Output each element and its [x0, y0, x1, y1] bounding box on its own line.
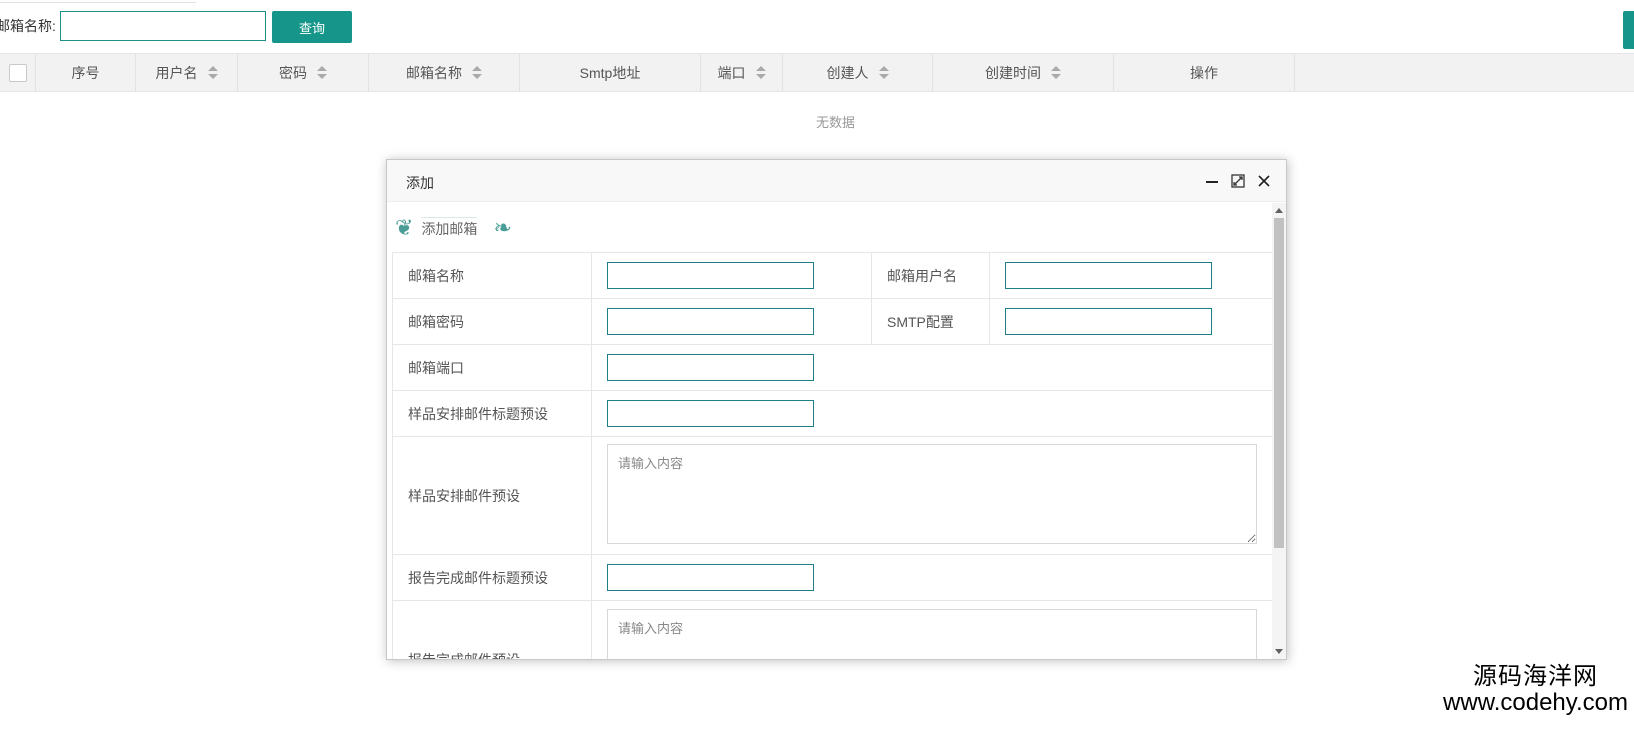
right-edge-button[interactable] [1623, 11, 1634, 49]
column-header-label: 端口 [717, 64, 746, 81]
field-cell [591, 344, 1273, 391]
report-subject-input[interactable] [607, 564, 814, 591]
column-header-creator[interactable]: 创建人 [783, 54, 933, 91]
sort-icon[interactable] [878, 65, 889, 80]
sample-subject-input[interactable] [607, 400, 814, 427]
select-all-cell [0, 54, 36, 91]
sample-body-textarea[interactable] [607, 444, 1257, 544]
empty-table-message: 无数据 [816, 115, 856, 130]
field-cell [989, 252, 1273, 299]
mail-port-input[interactable] [607, 354, 814, 381]
form-row: 邮箱名称 邮箱用户名 [392, 252, 1273, 299]
column-header-port[interactable]: 端口 [701, 54, 783, 91]
field-label-report-subject: 报告完成邮件标题预设 [392, 554, 592, 601]
sort-icon[interactable] [317, 65, 327, 80]
sort-icon[interactable] [1051, 65, 1061, 80]
column-header-mail-name[interactable]: 邮箱名称 [369, 54, 520, 91]
mailbox-form: 邮箱名称 邮箱用户名 邮箱密码 SMTP配置 邮箱端口 样品安排邮件标题预设 样… [392, 252, 1273, 659]
column-header-actions: 操作 [1114, 54, 1295, 91]
section-title-label: 添加邮箱 [421, 217, 478, 239]
field-label-report-body: 报告完成邮件预设 [392, 600, 592, 659]
field-label-sample-body: 样品安排邮件预设 [392, 436, 592, 555]
column-header-label: 邮箱名称 [406, 64, 462, 81]
sort-icon[interactable] [472, 65, 482, 80]
column-header-smtp[interactable]: Smtp地址 [520, 54, 701, 91]
select-all-checkbox[interactable] [8, 63, 27, 82]
ornament-right-icon: ❧ [493, 215, 512, 240]
report-body-textarea[interactable]: 请输入内容 [607, 609, 1257, 659]
sort-icon[interactable] [207, 65, 218, 80]
column-header-label: 密码 [279, 64, 307, 81]
field-label-mail-user: 邮箱用户名 [871, 252, 990, 299]
column-header-index[interactable]: 序号 [36, 54, 136, 91]
site-watermark: 源码海洋网 www.codehy.com [1443, 662, 1628, 716]
field-label-smtp-config: SMTP配置 [871, 298, 990, 345]
field-cell [591, 390, 1273, 437]
field-cell [591, 554, 1273, 601]
column-header-username[interactable]: 用户名 [136, 54, 238, 91]
minimize-icon[interactable] [1204, 173, 1220, 189]
field-label-mail-name: 邮箱名称 [392, 252, 592, 299]
column-header-label: 操作 [1190, 64, 1218, 81]
form-row: 邮箱端口 [392, 344, 1273, 391]
form-row: 邮箱密码 SMTP配置 [392, 298, 1273, 345]
field-label-mail-password: 邮箱密码 [392, 298, 592, 345]
field-label-sample-subject: 样品安排邮件标题预设 [392, 390, 592, 437]
query-button[interactable]: 查询 [272, 11, 352, 43]
scroll-up-icon[interactable] [1275, 208, 1283, 213]
column-header-created-time[interactable]: 创建时间 [933, 54, 1114, 91]
sort-icon[interactable] [755, 65, 766, 80]
maximize-icon[interactable] [1230, 173, 1246, 189]
field-cell [591, 436, 1273, 555]
scroll-thumb[interactable] [1274, 218, 1284, 548]
top-divider [0, 0, 196, 3]
watermark-line-1: 源码海洋网 [1473, 662, 1599, 690]
dialog-body: ❦ 添加邮箱 ❧ 邮箱名称 邮箱用户名 邮箱密码 SMTP配置 邮箱端口 样品安… [387, 203, 1273, 659]
dialog-header: 添加 [387, 160, 1286, 202]
search-bar: 邮箱名称: [0, 11, 266, 41]
mail-name-input[interactable] [607, 262, 814, 289]
field-cell [989, 298, 1273, 345]
smtp-config-input[interactable] [1005, 308, 1212, 335]
column-header-password[interactable]: 密码 [238, 54, 369, 91]
form-row: 报告完成邮件预设 请输入内容 [392, 600, 1273, 659]
form-row: 报告完成邮件标题预设 [392, 554, 1273, 601]
field-cell [591, 298, 872, 345]
scroll-down-icon[interactable] [1275, 649, 1283, 654]
search-label: 邮箱名称: [0, 18, 56, 34]
watermark-line-2: www.codehy.com [1443, 689, 1628, 716]
table-header: 序号 用户名 密码 邮箱名称 Smtp地址 端口 创建人 创建时间 操作 [0, 53, 1634, 92]
dialog-scrollbar[interactable] [1272, 203, 1286, 659]
column-header-label: 用户名 [155, 64, 198, 81]
column-header-label: 创建人 [826, 64, 869, 81]
field-cell: 请输入内容 [591, 600, 1273, 659]
mail-password-input[interactable] [607, 308, 814, 335]
dialog-title: 添加 [406, 175, 434, 191]
mail-user-input[interactable] [1005, 262, 1212, 289]
column-header-label: 序号 [71, 64, 100, 81]
add-mailbox-dialog: 添加 ❦ 添加邮箱 ❧ 邮箱名称 邮箱用户名 邮箱密码 SMTP配置 邮箱端口 … [386, 159, 1287, 660]
section-title: ❦ 添加邮箱 ❧ [395, 213, 512, 243]
close-icon[interactable] [1256, 173, 1272, 189]
mail-name-search-input[interactable] [59, 11, 266, 41]
column-header-label: Smtp地址 [579, 64, 641, 81]
dialog-window-controls [1204, 173, 1272, 189]
field-label-mail-port: 邮箱端口 [392, 344, 592, 391]
form-row: 样品安排邮件预设 [392, 436, 1273, 555]
form-row: 样品安排邮件标题预设 [392, 390, 1273, 437]
ornament-left-icon: ❦ [395, 215, 414, 240]
field-cell [591, 252, 872, 299]
column-header-label: 创建时间 [985, 64, 1041, 81]
